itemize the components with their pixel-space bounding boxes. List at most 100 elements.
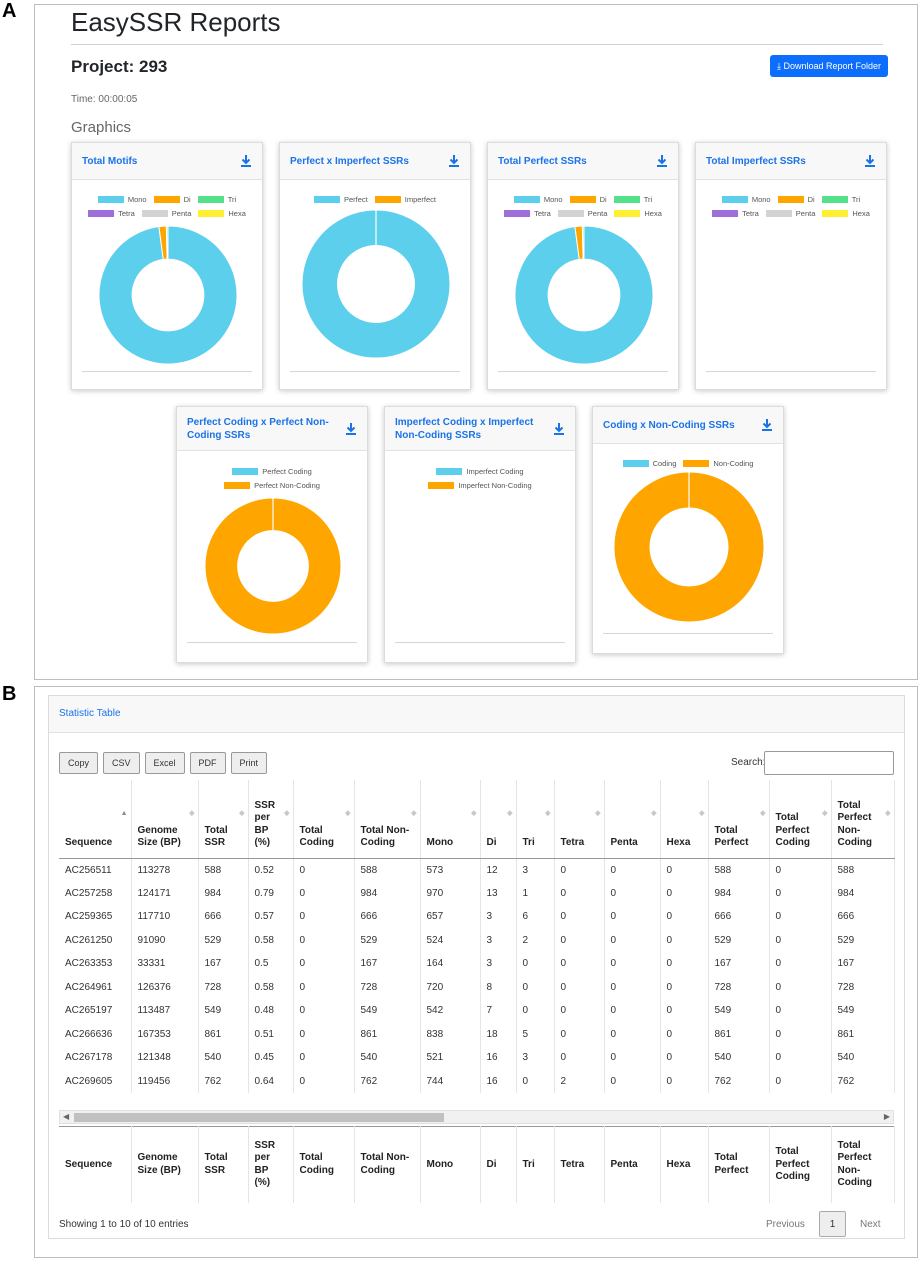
chart-title: Perfect x Imperfect SSRs — [290, 156, 409, 167]
sort-icon: ◆ — [284, 810, 290, 817]
legend-penta: Penta — [141, 209, 191, 218]
table-row: AC266636 167353 861 0.51 0 861 838 18 5 0 0 0 861 0 86… — [59, 1022, 895, 1046]
pagination-previous[interactable]: Previous — [766, 1219, 805, 1230]
table-cell: 744 — [420, 1069, 481, 1093]
download-report-folder-button[interactable]: ⤓ Download Report Folder — [770, 55, 888, 77]
search-input[interactable] — [764, 751, 894, 775]
table-cell: 3 — [480, 928, 517, 952]
table-cell: 0 — [660, 1069, 709, 1093]
pagination-page-1[interactable]: 1 — [819, 1211, 846, 1237]
horizontal-scrollbar[interactable]: ◀ ▶ — [59, 1110, 894, 1124]
download-icon: ⤓ — [776, 61, 781, 71]
scrollbar-thumb[interactable] — [74, 1113, 444, 1122]
download-icon[interactable] — [656, 154, 668, 168]
table-cell: 91090 — [131, 928, 199, 952]
table-cell: 0.57 — [248, 905, 294, 929]
pdf-button[interactable]: PDF — [189, 752, 226, 774]
copy-button[interactable]: Copy — [59, 752, 99, 774]
legend-tri: Tri — [821, 195, 860, 204]
chart-legend: Mono Di Tri Tetra Penta Hexa — [696, 195, 886, 223]
column-header-total-non-coding[interactable]: Total Non-Coding ◆ — [354, 780, 421, 859]
table-cell: 12 — [480, 858, 517, 882]
legend-tri: Tri — [613, 195, 652, 204]
donut-chart-coding-noncoding — [613, 471, 765, 623]
column-header-total-perfect[interactable]: Total Perfect ◆ — [708, 780, 770, 859]
table-cell: 0 — [660, 858, 709, 882]
download-icon[interactable] — [448, 154, 460, 168]
table-row: AC267178 121348 540 0.45 0 540 521 16 3 0 0 0 540 0 54… — [59, 1046, 895, 1070]
table-cell: 0.45 — [248, 1046, 294, 1070]
column-header-tri[interactable]: Tri ◆ — [516, 780, 555, 859]
download-icon[interactable] — [761, 418, 773, 432]
table-cell: 0 — [554, 881, 605, 905]
table-cell: 0 — [660, 1046, 709, 1070]
donut-chart-total-perfect — [514, 225, 654, 365]
table-cell: 762 — [354, 1069, 421, 1093]
statistic-table-card: Statistic Table Copy CSV Excel PDF Print… — [48, 695, 905, 1239]
column-header-total-perfect-coding[interactable]: Total Perfect Coding ◆ — [769, 780, 832, 859]
download-icon[interactable] — [553, 422, 565, 436]
table-cell: 657 — [420, 905, 481, 929]
table-cell: 0 — [516, 999, 555, 1023]
scroll-right-icon[interactable]: ▶ — [884, 1111, 890, 1123]
column-header-total-coding[interactable]: Total Coding ◆ — [293, 780, 355, 859]
chart-card-total-perfect: Total Perfect SSRs Mono Di Tri Tetra Pen… — [487, 142, 679, 390]
table-cell: 549 — [831, 999, 895, 1023]
legend-coding: Coding — [622, 459, 676, 468]
column-header-genome-size[interactable]: Genome Size (BP) ◆ — [131, 780, 199, 859]
scroll-left-icon[interactable]: ◀ — [63, 1111, 69, 1123]
chart-legend: Mono Di Tri Tetra Penta Hexa — [488, 195, 678, 223]
download-icon[interactable] — [345, 422, 357, 436]
table-cell: 164 — [420, 952, 481, 976]
table-cell: 529 — [354, 928, 421, 952]
column-header-total-perfect-non-coding[interactable]: Total Perfect Non-Coding ◆ — [831, 780, 895, 859]
footer-total-perfect-non-coding: Total Perfect Non-Coding — [831, 1126, 895, 1203]
table-cell: 0 — [604, 881, 661, 905]
column-header-penta[interactable]: Penta ◆ — [604, 780, 661, 859]
column-header-di[interactable]: Di ◆ — [480, 780, 517, 859]
table-cell: 0 — [554, 928, 605, 952]
chart-title: Perfect Coding x Perfect Non-Coding SSRs — [187, 417, 329, 441]
table-cell: 0 — [516, 952, 555, 976]
table-cell: 984 — [831, 881, 895, 905]
table-cell: 0 — [604, 952, 661, 976]
table-cell: 0.79 — [248, 881, 294, 905]
table-cell: 3 — [516, 1046, 555, 1070]
download-report-folder-label: Download Report Folder — [783, 61, 882, 71]
column-header-ssr-per-bp[interactable]: SSR per BP (%) ◆ — [248, 780, 294, 859]
column-header-tetra[interactable]: Tetra ◆ — [554, 780, 605, 859]
excel-button[interactable]: Excel — [144, 752, 185, 774]
table-cell: 33331 — [131, 952, 199, 976]
table-cell: 0 — [604, 928, 661, 952]
column-header-mono[interactable]: Mono ◆ — [420, 780, 481, 859]
download-icon[interactable] — [240, 154, 252, 168]
csv-button[interactable]: CSV — [103, 752, 140, 774]
column-header-hexa[interactable]: Hexa ◆ — [660, 780, 709, 859]
sort-icon: ◆ — [651, 810, 657, 817]
column-header-total-ssr[interactable]: Total SSR ◆ — [198, 780, 249, 859]
pagination-next[interactable]: Next — [860, 1219, 881, 1230]
table-cell: 540 — [831, 1046, 895, 1070]
table-cell: 0 — [604, 1046, 661, 1070]
table-cell: 861 — [831, 1022, 895, 1046]
table-cell: 838 — [420, 1022, 481, 1046]
table-cell: 970 — [420, 881, 481, 905]
table-cell: 0 — [554, 975, 605, 999]
table-cell: 762 — [198, 1069, 249, 1093]
column-header-sequence[interactable]: Sequence ▲ — [59, 780, 132, 859]
table-footer-header: Sequence Genome Size (BP) Total SSR SSR … — [59, 1126, 895, 1203]
table-cell: 984 — [354, 881, 421, 905]
table-cell: AC259365 — [59, 905, 132, 929]
table-cell: 0 — [660, 881, 709, 905]
table-cell: 1 — [516, 881, 555, 905]
table-cell: 540 — [198, 1046, 249, 1070]
table-cell: 0 — [293, 881, 355, 905]
table-cell: AC263353 — [59, 952, 132, 976]
print-button[interactable]: Print — [230, 752, 268, 774]
download-icon[interactable] — [864, 154, 876, 168]
chart-title: Total Perfect SSRs — [498, 156, 587, 167]
table-cell: AC267178 — [59, 1046, 132, 1070]
panel-label-a: A — [2, 0, 17, 22]
sort-icon: ◆ — [822, 810, 828, 817]
table-cell: 720 — [420, 975, 481, 999]
